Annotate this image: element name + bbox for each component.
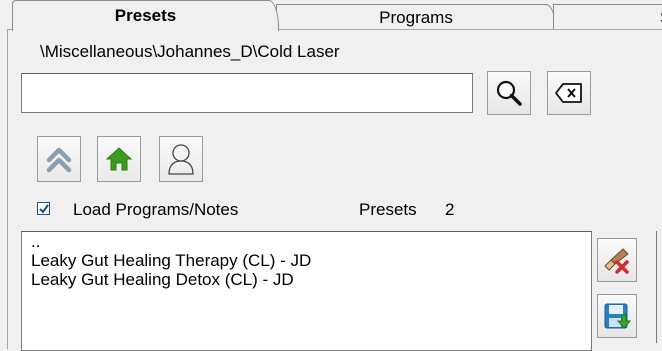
tab-bar: Presets Programs S	[0, 0, 662, 31]
checkmark-icon	[39, 204, 49, 214]
tab-programs[interactable]: Programs	[276, 4, 556, 30]
list-item-parent[interactable]: ..	[22, 232, 591, 251]
list-item[interactable]: Leaky Gut Healing Therapy (CL) - JD	[22, 251, 591, 270]
load-programs-notes-checkbox[interactable]	[37, 202, 50, 215]
right-panel-edge	[656, 231, 662, 343]
load-programs-notes-label: Load Programs/Notes	[73, 200, 239, 219]
user-button[interactable]	[159, 136, 203, 182]
backspace-clear-icon	[555, 83, 582, 103]
clear-search-button[interactable]	[547, 71, 591, 115]
tab-third[interactable]: S	[553, 4, 662, 30]
delete-preset-button[interactable]	[597, 238, 637, 282]
search-input[interactable]	[21, 73, 473, 113]
save-preset-button[interactable]	[597, 294, 637, 338]
user-icon	[168, 144, 194, 175]
search-button[interactable]	[487, 71, 531, 115]
double-chevron-up-icon	[46, 147, 72, 173]
tab-presets[interactable]: Presets	[12, 0, 279, 31]
eraser-delete-icon	[604, 248, 629, 274]
up-level-button[interactable]	[37, 136, 81, 182]
list-item[interactable]: Leaky Gut Healing Detox (CL) - JD	[22, 270, 591, 289]
presets-count-value: 2	[445, 200, 455, 219]
search-icon	[496, 80, 522, 106]
save-icon	[604, 303, 631, 329]
current-path: \Miscellaneous\Johannes_D\Cold Laser	[40, 42, 340, 61]
presets-count-label: Presets	[359, 200, 417, 219]
home-icon	[105, 147, 133, 171]
presets-list[interactable]: .. Leaky Gut Healing Therapy (CL) - JD L…	[21, 231, 592, 351]
home-button[interactable]	[97, 136, 141, 182]
